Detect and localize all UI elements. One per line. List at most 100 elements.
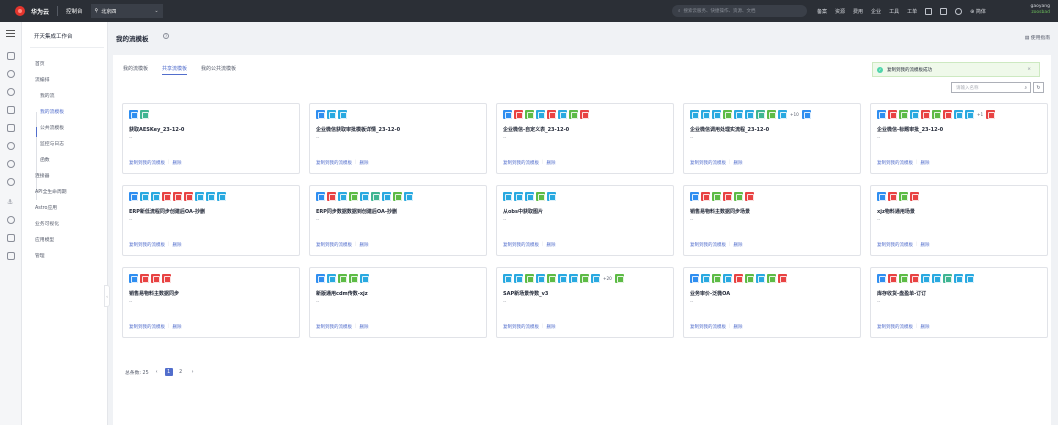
sidebar-item-public-flow-templates[interactable]: 公共流模板 [40,124,64,131]
template-card[interactable]: +20 SAP新场景传数_v3 -- 复制到我的流模板 | 删除 [496,267,674,338]
cloud-icon[interactable] [7,70,15,78]
sidebar-item-my-flows[interactable]: 我的流 [40,92,54,99]
region-selector[interactable]: ⚲ 北京四 ⌄ [90,4,163,18]
user-guide-link[interactable]: ▤ 使用指南 [1025,34,1050,41]
template-card[interactable]: 从obs中获取图片 -- 复制到我的流模板 | 删除 [496,185,674,256]
prev-page-button[interactable]: ‹ [153,368,161,376]
cloud-service-icon[interactable] [7,88,15,96]
copy-to-my-templates-link[interactable]: 复制到我的流模板 [503,160,539,166]
sidebar-item-astro-apps[interactable]: Astro应用 [35,204,57,211]
tab-my-flow-templates[interactable]: 我的流模板 [123,65,148,75]
copy-to-my-templates-link[interactable]: 复制到我的流模板 [690,242,726,248]
network-icon[interactable] [7,160,15,168]
delete-link[interactable]: 删除 [360,242,369,248]
template-card[interactable]: 销售易物料主数据同步场景 -- 复制到我的流模板 | 删除 [683,185,861,256]
user-account[interactable]: gaoyang zoosbad [1031,4,1051,16]
sidebar-item-business-visualization[interactable]: 业务可视化 [35,220,59,227]
template-card[interactable]: +10 企业微信调用处理实流程_23-12-0 -- 复制到我的流模板 | 删除 [683,103,861,174]
page-button-1[interactable]: 1 [164,368,173,376]
copy-to-my-templates-link[interactable]: 复制到我的流模板 [129,324,165,330]
delete-link[interactable]: 删除 [921,160,930,166]
sidebar-item-functions[interactable]: 函数 [40,156,50,163]
sidebar-item-connectors[interactable]: 连接器 [35,172,49,179]
sidebar-item-my-flow-templates[interactable]: 我的流模板 [40,108,64,115]
template-card[interactable]: ERP同步数据数据到创建后OA-抄删 -- 复制到我的流模板 | 删除 [309,185,487,256]
help-icon[interactable] [955,7,963,15]
copy-to-my-templates-link[interactable]: 复制到我的流模板 [316,160,352,166]
search-icon[interactable]: ⌕ [1024,85,1027,91]
template-card[interactable]: 获取AESKey_23-12-0 -- 复制到我的流模板 | 删除 [122,103,300,174]
template-card[interactable]: 业务审价-泛微OA -- 复制到我的流模板 | 删除 [683,267,861,338]
template-card[interactable]: 库存收货-盘盈单-订订 -- 复制到我的流模板 | 删除 [870,267,1048,338]
copy-to-my-templates-link[interactable]: 复制到我的流模板 [690,324,726,330]
delete-link[interactable]: 删除 [360,160,369,166]
question-icon[interactable]: ? [163,33,169,39]
top-link-tickets[interactable]: 工单 [907,8,917,15]
graph-icon[interactable] [7,106,15,114]
top-link-enterprise[interactable]: 企业 [871,8,881,15]
delete-link[interactable]: 删除 [547,160,556,166]
delete-link[interactable]: 删除 [547,324,556,330]
delete-link[interactable]: 删除 [173,324,182,330]
copy-to-my-templates-link[interactable]: 复制到我的流模板 [877,242,913,248]
global-search-input[interactable]: ⌕ 搜索云服务、快捷操作、资源、文档 [672,5,807,17]
cloud-storage-icon[interactable] [7,142,15,150]
delete-link[interactable]: 删除 [360,324,369,330]
template-card[interactable]: ERP新低流程同步创建后OA-抄删 -- 复制到我的流模板 | 删除 [122,185,300,256]
page-button-2[interactable]: 2 [177,368,185,376]
delete-link[interactable]: 删除 [734,242,743,248]
copy-to-my-templates-link[interactable]: 复制到我的流模板 [316,242,352,248]
copy-to-my-templates-link[interactable]: 复制到我的流模板 [877,324,913,330]
refresh-button[interactable]: ↻ [1033,82,1044,93]
template-card[interactable]: +1 企业微信-标题审批_23-12-0 -- 复制到我的流模板 | 删除 [870,103,1048,174]
delete-link[interactable]: 删除 [173,160,182,166]
bell-icon[interactable] [940,7,948,15]
tab-my-public-flow-templates[interactable]: 我的公共流模板 [201,65,236,75]
copy-to-my-templates-link[interactable]: 复制到我的流模板 [503,242,539,248]
anchor-icon[interactable]: ⚓ [7,198,15,206]
template-card[interactable]: 企业微信获取审批模板详情_23-12-0 -- 复制到我的流模板 | 删除 [309,103,487,174]
settings-icon[interactable] [7,216,15,224]
copy-to-my-templates-link[interactable]: 复制到我的流模板 [316,324,352,330]
template-card[interactable]: xjz物料通用场景 -- 复制到我的流模板 | 删除 [870,185,1048,256]
delete-link[interactable]: 删除 [921,242,930,248]
menu-icon[interactable] [6,30,15,37]
template-card[interactable]: 销售易物料主数据同步 -- 复制到我的流模板 | 删除 [122,267,300,338]
language-switch[interactable]: ⊕ 简体 [970,8,986,15]
screen-icon[interactable] [925,7,933,15]
copy-to-my-templates-link[interactable]: 复制到我的流模板 [690,160,726,166]
top-link-resources[interactable]: 资源 [835,8,845,15]
huawei-cloud-logo[interactable]: 华为云 [15,0,49,22]
sidebar-item-app-model[interactable]: 应用模型 [35,236,54,243]
sidebar-item-flow-orchestration[interactable]: 流编排 [35,76,49,83]
copy-to-my-templates-link[interactable]: 复制到我的流模板 [129,242,165,248]
action-separator: | [168,160,170,165]
top-link-beian[interactable]: 备案 [817,8,827,15]
warning-icon[interactable] [7,234,15,242]
delete-link[interactable]: 删除 [173,242,182,248]
delete-link[interactable]: 删除 [734,160,743,166]
template-card[interactable]: 新版通用cdm传数-xjz -- 复制到我的流模板 | 删除 [309,267,487,338]
copy-to-my-templates-link[interactable]: 复制到我的流模板 [503,324,539,330]
tab-shared-flow-templates[interactable]: 共享流模板 [162,65,188,75]
support-icon[interactable] [7,252,15,260]
console-link[interactable]: 控制台 [66,7,83,15]
sidebar-item-home[interactable]: 首页 [35,60,45,67]
copy-to-my-templates-link[interactable]: 复制到我的流模板 [877,160,913,166]
delete-link[interactable]: 删除 [734,324,743,330]
next-page-button[interactable]: › [189,368,197,376]
delete-link[interactable]: 删除 [921,324,930,330]
template-search-input[interactable]: 请输入名称 ⌕ [951,82,1031,93]
sidebar-item-api-lifecycle[interactable]: API全生命周期 [35,188,67,195]
close-icon[interactable]: × [1027,67,1031,72]
sidebar-item-monitoring-logs[interactable]: 监控与日志 [40,140,64,147]
database-icon[interactable] [7,124,15,132]
template-card[interactable]: 企业微信-自定义表_23-12-0 -- 复制到我的流模板 | 删除 [496,103,674,174]
delete-link[interactable]: 删除 [547,242,556,248]
cloud-monitor-icon[interactable] [7,178,15,186]
home-icon[interactable] [7,52,15,60]
copy-to-my-templates-link[interactable]: 复制到我的流模板 [129,160,165,166]
top-link-billing[interactable]: 费用 [853,8,863,15]
sidebar-item-management[interactable]: 管理 [35,252,45,259]
top-link-tools[interactable]: 工具 [889,8,899,15]
